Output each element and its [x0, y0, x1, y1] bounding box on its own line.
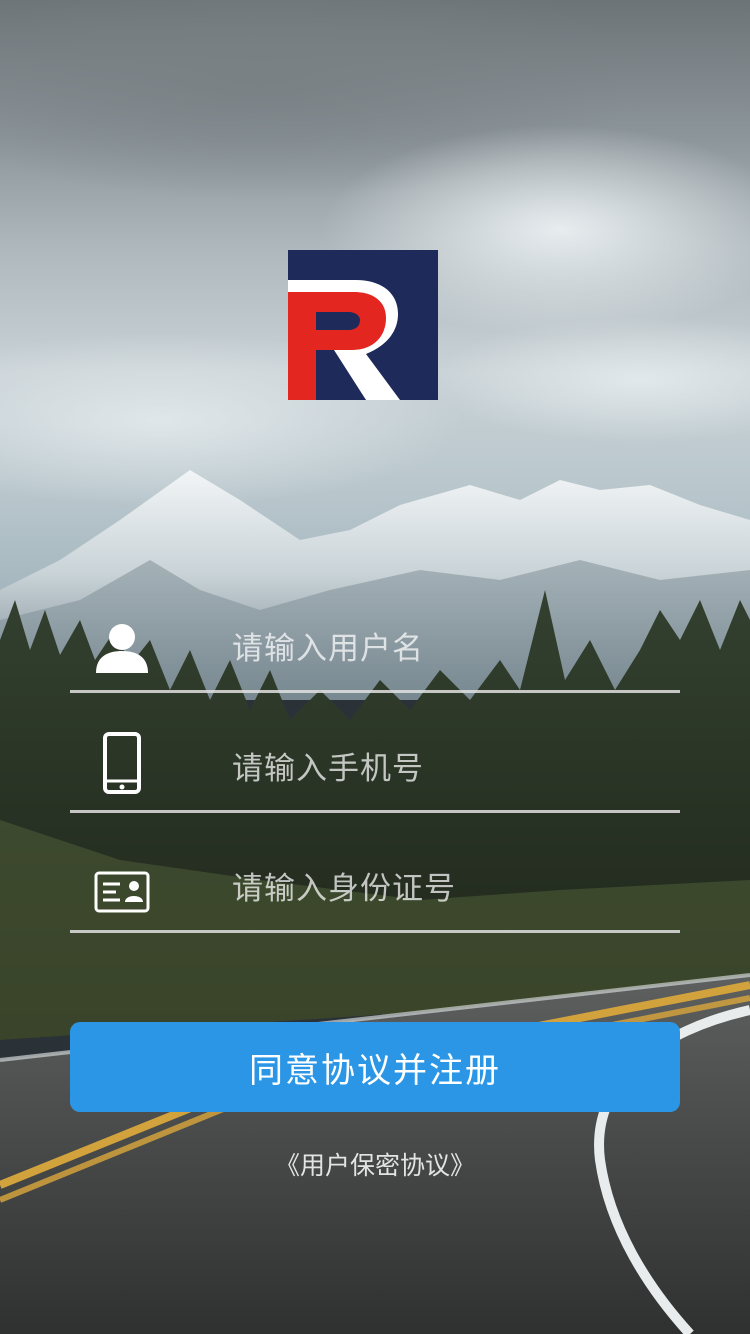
phone-field [70, 693, 680, 813]
username-field [70, 573, 680, 693]
id-card-input[interactable] [230, 858, 674, 920]
user-icon [90, 623, 154, 673]
phone-input[interactable] [230, 738, 674, 800]
phone-icon [90, 731, 154, 795]
privacy-agreement-link[interactable]: 《用户保密协议》 [0, 1146, 750, 1182]
agree-and-register-button[interactable]: 同意协议并注册 [70, 1022, 680, 1112]
id-card-field [70, 813, 680, 933]
id-card-icon [90, 871, 154, 913]
username-input[interactable] [230, 618, 674, 680]
app-logo [288, 250, 438, 400]
